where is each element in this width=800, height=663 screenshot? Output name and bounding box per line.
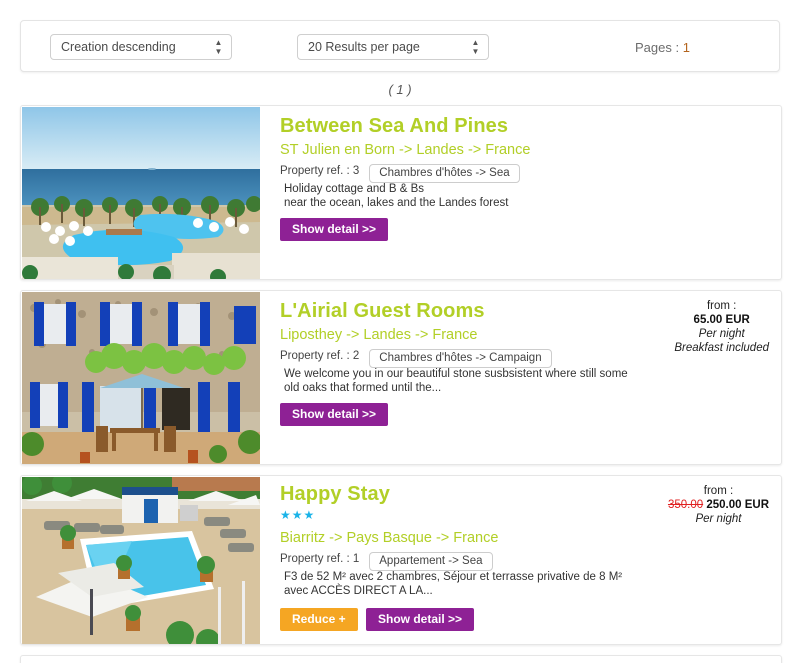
listing-details: Happy Stay ★★★ Biarritz -> Pays Basque -… bbox=[260, 476, 781, 644]
price-amount: 65.00 EUR bbox=[693, 314, 750, 326]
results-per-page-select[interactable]: 20 Results per page ▲ ▼ bbox=[297, 34, 489, 60]
listing-title[interactable]: Between Sea And Pines bbox=[280, 115, 508, 138]
show-detail-button[interactable]: Show detail >> bbox=[366, 608, 475, 631]
listing-ref: Property ref. : 3 bbox=[280, 165, 360, 177]
listing-category-tag: Appartement -> Sea bbox=[369, 552, 493, 571]
listing-category-tag: Chambres d'hôtes -> Campaign bbox=[369, 349, 552, 368]
listing-thumbnail[interactable] bbox=[22, 107, 260, 279]
pages-count: 1 bbox=[682, 40, 690, 55]
sort-order-select[interactable]: Creation descending ▲ ▼ bbox=[50, 34, 232, 60]
listing-description: Holiday cottage and B & Bs near the ocea… bbox=[284, 182, 664, 210]
price-from-label: from : bbox=[703, 485, 734, 497]
listing-details: Between Sea And Pines ST Julien en Born … bbox=[260, 106, 781, 279]
listing-card[interactable]: Happy Stay ★★★ Biarritz -> Pays Basque -… bbox=[20, 475, 782, 645]
listing-description-line2: near the ocean, lakes and the Landes for… bbox=[284, 197, 509, 209]
search-results-page: Creation descending ▲ ▼ 20 Results per pa… bbox=[0, 0, 800, 663]
spinner-arrows-icon: ▲ ▼ bbox=[214, 38, 223, 56]
listing-thumbnail[interactable] bbox=[22, 292, 260, 464]
reduce-button[interactable]: Reduce + bbox=[280, 608, 358, 631]
listing-location: Biarritz -> Pays Basque -> France bbox=[280, 530, 499, 546]
spinner-arrows-icon: ▲ ▼ bbox=[471, 38, 480, 56]
listing-title[interactable]: L'Airial Guest Rooms bbox=[280, 300, 485, 323]
listing-location: Liposthey -> Landes -> France bbox=[280, 327, 478, 343]
listing-title[interactable]: Happy Stay bbox=[280, 483, 390, 506]
price-amount: 250.00 EUR bbox=[706, 499, 769, 511]
listing-thumbnail[interactable] bbox=[22, 477, 260, 644]
listing-price: from : 65.00 EUR Per night Breakfast inc… bbox=[674, 299, 769, 355]
pages-info: Pages : 1 bbox=[635, 40, 690, 55]
listing-details: L'Airial Guest Rooms Liposthey -> Landes… bbox=[260, 291, 781, 464]
price-original: 350.00 bbox=[667, 499, 704, 511]
villa-swimming-pool-photo bbox=[22, 477, 260, 644]
listing-card[interactable]: L'Airial Guest Rooms Liposthey -> Landes… bbox=[20, 290, 782, 465]
listing-description-line2: avec ACCÈS DIRECT A LA... bbox=[284, 585, 433, 597]
listing-description: We welcome you in our beautiful stone su… bbox=[284, 367, 664, 395]
listing-description-line1: We welcome you in our beautiful stone su… bbox=[284, 368, 628, 380]
listing-card-next[interactable] bbox=[20, 655, 782, 663]
resort-pool-and-sea-photo bbox=[22, 107, 260, 279]
listing-description-line2: old oaks that formed until the... bbox=[284, 382, 442, 394]
star-rating: ★★★ bbox=[280, 508, 316, 522]
price-note-per-night: Per night bbox=[695, 513, 742, 525]
listing-location: ST Julien en Born -> Landes -> France bbox=[280, 142, 531, 158]
listing-ref-row: Property ref. : 2 Chambres d'hôtes -> Cam… bbox=[280, 349, 552, 368]
listing-description: F3 de 52 M² avec 2 chambres, Séjour et t… bbox=[284, 570, 664, 598]
price-row: 350.00 250.00 EUR bbox=[668, 498, 769, 512]
results-per-page-value: 20 Results per page bbox=[308, 40, 420, 54]
results-toolbar: Creation descending ▲ ▼ 20 Results per pa… bbox=[20, 20, 780, 72]
listing-ref: Property ref. : 2 bbox=[280, 350, 360, 362]
listing-description-line1: F3 de 52 M² avec 2 chambres, Séjour et t… bbox=[284, 571, 623, 583]
listing-description-line1: Holiday cottage and B & Bs bbox=[284, 183, 424, 195]
price-note-breakfast: Breakfast included bbox=[674, 342, 769, 354]
price-note-per-night: Per night bbox=[698, 328, 745, 340]
show-detail-button[interactable]: Show detail >> bbox=[280, 218, 389, 241]
listing-ref-row: Property ref. : 1 Appartement -> Sea bbox=[280, 552, 493, 571]
show-detail-button[interactable]: Show detail >> bbox=[280, 403, 389, 426]
listing-price: from : 350.00 250.00 EUR Per night bbox=[668, 484, 769, 526]
pages-label: Pages : bbox=[635, 40, 683, 55]
price-from-label: from : bbox=[706, 300, 737, 312]
stone-house-blue-shutters-photo bbox=[22, 292, 260, 464]
listing-card[interactable]: Between Sea And Pines ST Julien en Born … bbox=[20, 105, 782, 280]
listing-ref-row: Property ref. : 3 Chambres d'hôtes -> Sea bbox=[280, 164, 520, 183]
listing-category-tag: Chambres d'hôtes -> Sea bbox=[369, 164, 520, 183]
page-indicator[interactable]: ( 1 ) bbox=[0, 82, 800, 97]
listing-ref: Property ref. : 1 bbox=[280, 553, 360, 565]
sort-order-value: Creation descending bbox=[61, 40, 176, 54]
